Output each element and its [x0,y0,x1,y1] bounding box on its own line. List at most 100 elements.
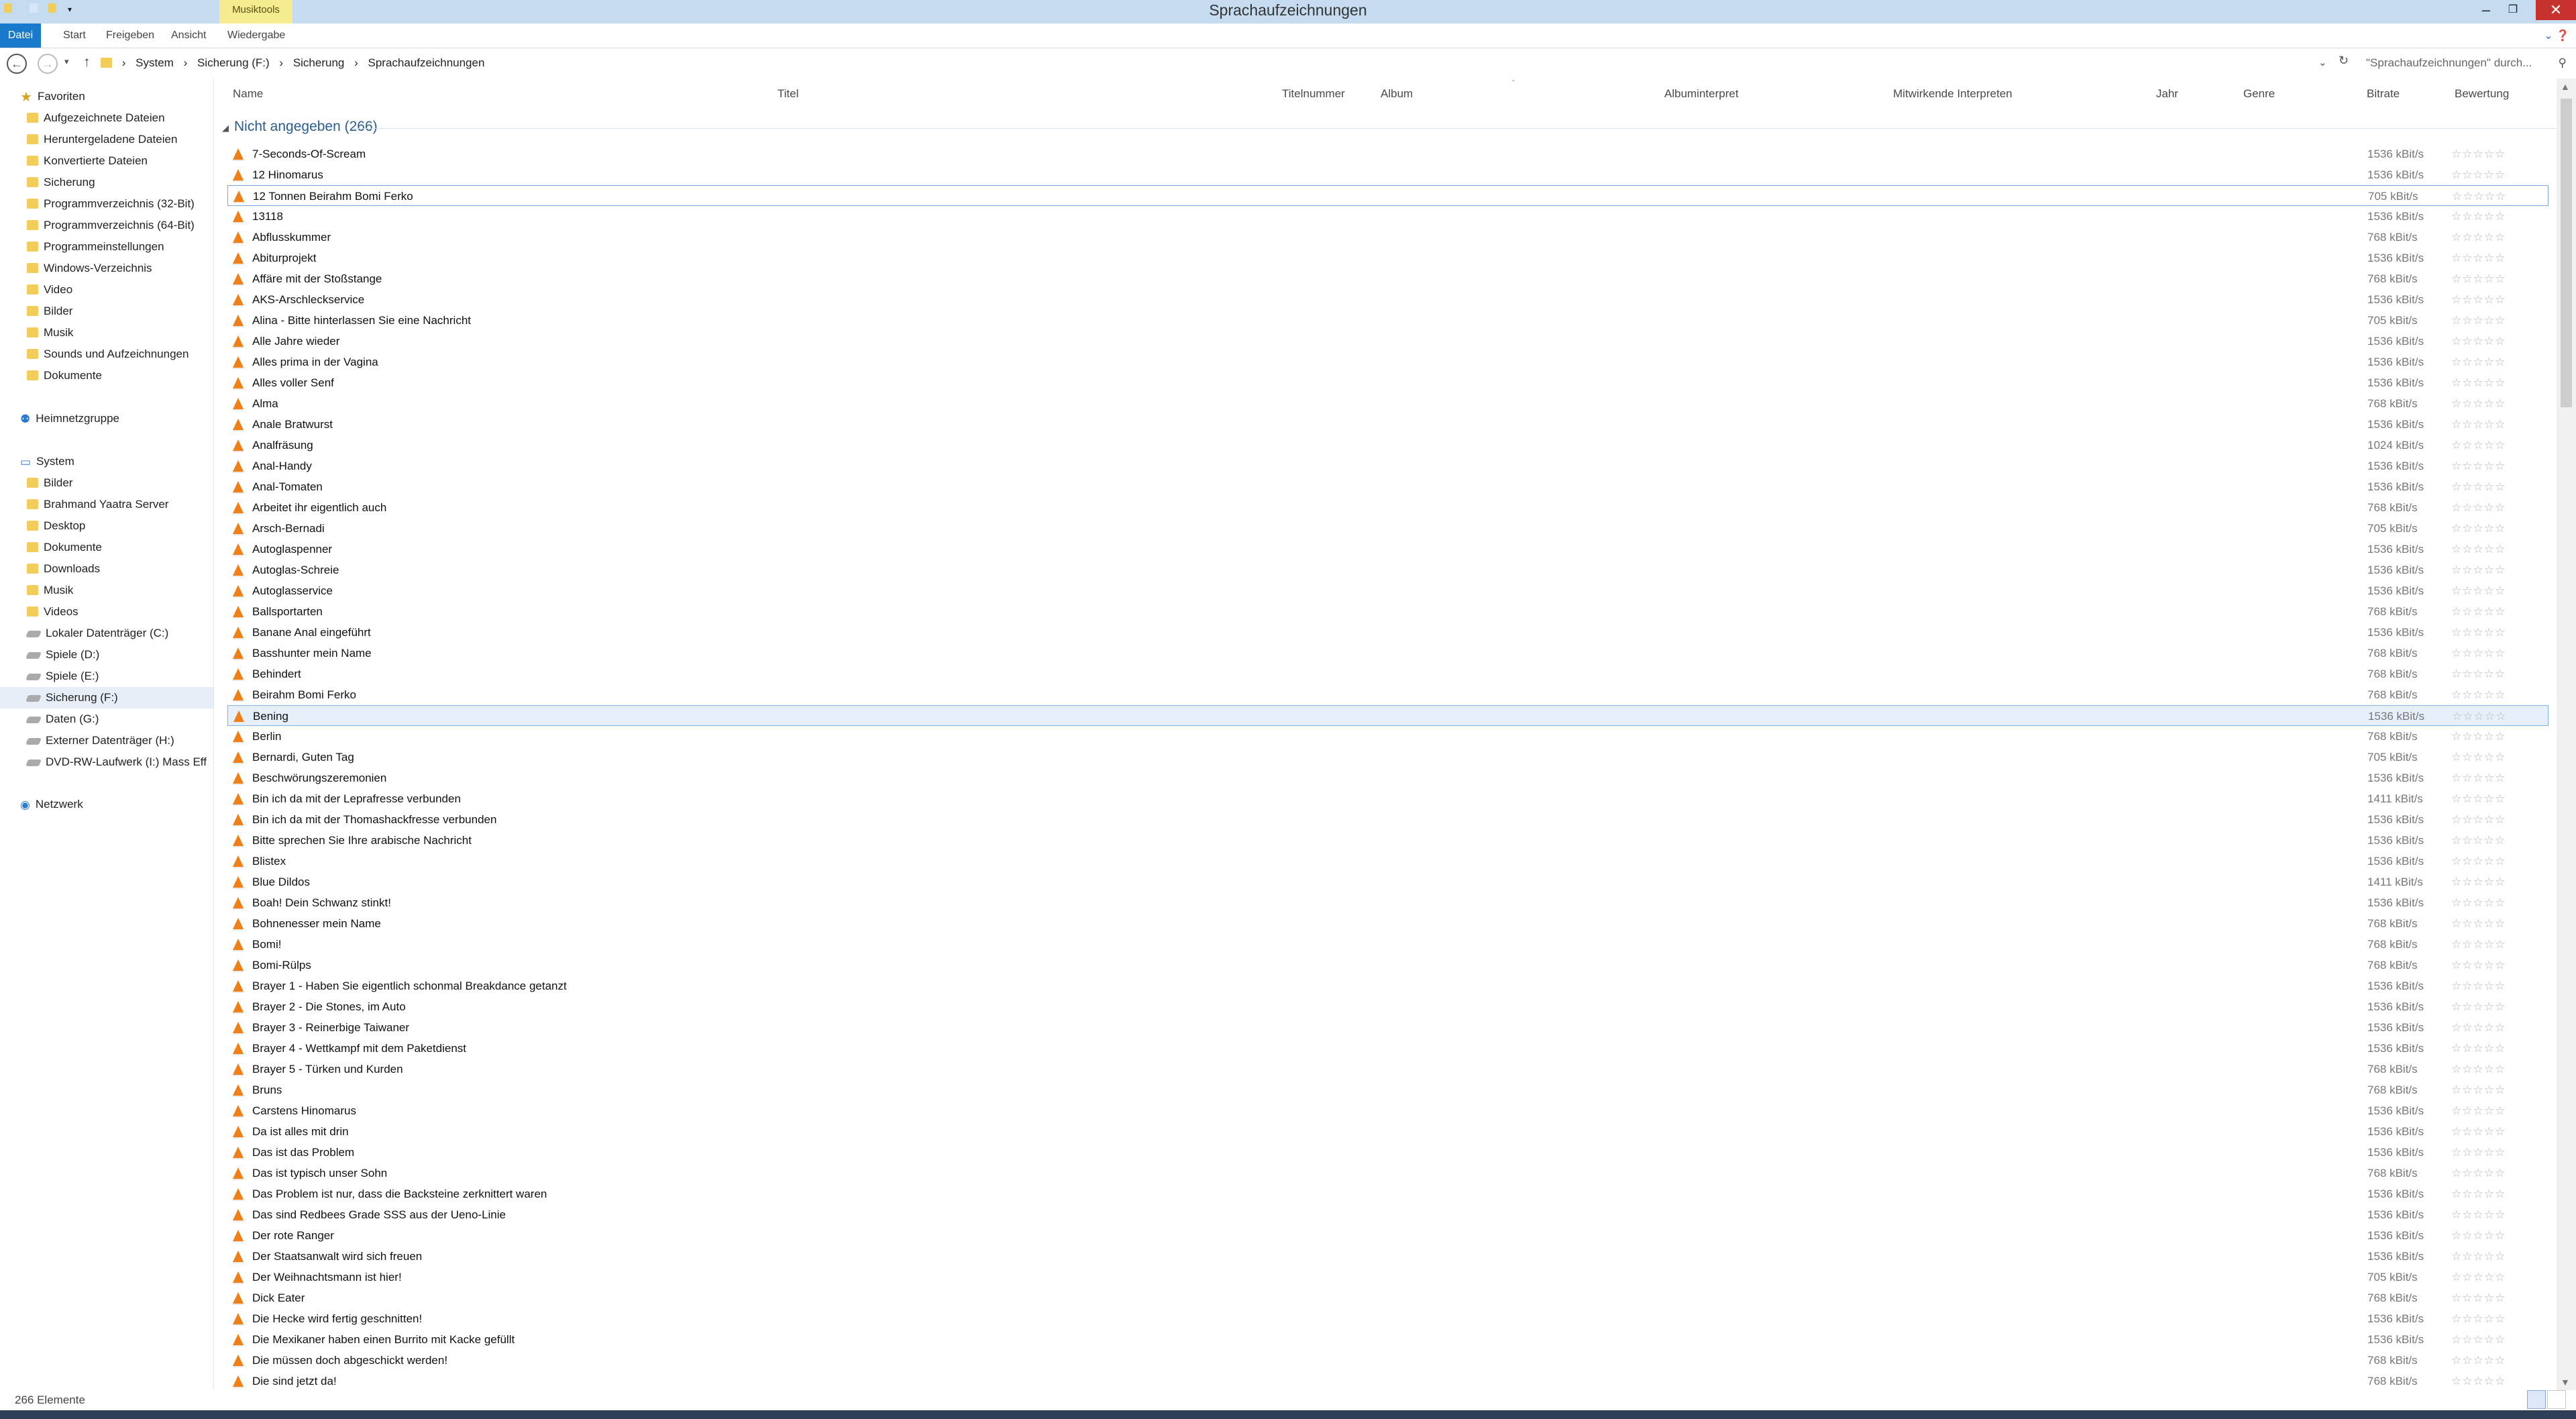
file-row[interactable]: Brayer 3 - Reinerbige Taiwaner 1536 kBit/… [227,1017,2548,1038]
tab-ansicht[interactable]: Ansicht [164,23,213,48]
nav-system-item[interactable]: Desktop [27,515,85,537]
file-row[interactable]: Bening 1536 kBit/s ☆☆☆☆☆ [227,705,2548,726]
nav-system-item[interactable]: Dokumente [27,537,102,558]
nav-network[interactable]: ◉ Netzwerk [20,794,83,815]
file-row[interactable]: Boah! Dein Schwanz stinkt! 1536 kBit/s ☆☆☆… [227,892,2548,913]
vertical-scrollbar[interactable]: ▲ ▼ [2557,78,2576,1390]
nav-favorite-item[interactable]: Sounds und Aufzeichnungen [27,344,189,365]
file-row[interactable]: Dick Eater 768 kBit/s ☆☆☆☆☆ [227,1287,2548,1308]
file-row[interactable]: Autoglas-Schreie 1536 kBit/s ☆☆☆☆☆ [227,560,2548,580]
rating-stars[interactable]: ☆☆☆☆☆ [2451,268,2506,289]
ribbon-expand-icon[interactable]: ⌄ ❓ [2544,29,2569,42]
rating-stars[interactable]: ☆☆☆☆☆ [2451,352,2506,372]
scroll-up-icon[interactable]: ▲ [2561,81,2570,92]
nav-favorites[interactable]: ★ Favoriten [20,86,85,107]
file-row[interactable]: Die müssen doch abgeschickt werden! 768 k… [227,1350,2548,1371]
rating-stars[interactable]: ☆☆☆☆☆ [2451,892,2506,913]
large-icons-view-icon[interactable] [2547,1390,2566,1409]
rating-stars[interactable]: ☆☆☆☆☆ [2451,414,2506,435]
file-row[interactable]: Blistex 1536 kBit/s ☆☆☆☆☆ [227,851,2548,872]
file-row[interactable]: Bin ich da mit der Leprafresse verbunden… [227,788,2548,809]
file-row[interactable]: 7-Seconds-Of-Scream 1536 kBit/s ☆☆☆☆☆ [227,144,2548,164]
tab-freigeben[interactable]: Freigeben [99,23,161,48]
nav-favorite-item[interactable]: Sicherung [27,172,95,193]
rating-stars[interactable]: ☆☆☆☆☆ [2451,996,2506,1017]
col-titel[interactable]: Titel [777,87,799,101]
rating-stars[interactable]: ☆☆☆☆☆ [2451,539,2506,560]
file-row[interactable]: Das ist das Problem 1536 kBit/s ☆☆☆☆☆ [227,1142,2548,1163]
file-row[interactable]: Alles voller Senf 1536 kBit/s ☆☆☆☆☆ [227,372,2548,393]
search-icon[interactable]: ⚲ [2559,52,2567,74]
tab-datei[interactable]: Datei [0,23,41,48]
file-row[interactable]: Beirahm Bomi Ferko 768 kBit/s ☆☆☆☆☆ [227,684,2548,705]
rating-stars[interactable]: ☆☆☆☆☆ [2451,476,2506,497]
file-row[interactable]: Der Weihnachtsmann ist hier! 705 kBit/s ☆☆… [227,1267,2548,1287]
rating-stars[interactable]: ☆☆☆☆☆ [2451,456,2506,476]
rating-stars[interactable]: ☆☆☆☆☆ [2451,435,2506,456]
nav-system-item[interactable]: Sicherung (F:) [0,687,213,708]
col-genre[interactable]: Genre [2243,87,2275,101]
rating-stars[interactable]: ☆☆☆☆☆ [2451,1100,2506,1121]
rating-stars[interactable]: ☆☆☆☆☆ [2451,1059,2506,1080]
nav-system-item[interactable]: Externer Datenträger (H:) [25,730,174,751]
tab-start[interactable]: Start [56,23,93,48]
rating-stars[interactable]: ☆☆☆☆☆ [2452,186,2506,207]
file-row[interactable]: Die Mexikaner haben einen Burrito mit Ka… [227,1329,2548,1350]
file-row[interactable]: Behindert 768 kBit/s ☆☆☆☆☆ [227,664,2548,684]
breadcrumb-sprachaufzeichnungen[interactable]: Sprachaufzeichnungen [368,56,485,69]
file-row[interactable]: Da ist alles mit drin 1536 kBit/s ☆☆☆☆☆ [227,1121,2548,1142]
nav-system-item[interactable]: Brahmand Yaatra Server [27,494,168,515]
file-row[interactable]: Das ist typisch unser Sohn 768 kBit/s ☆☆☆☆… [227,1163,2548,1184]
col-jahr[interactable]: Jahr [2156,87,2178,101]
file-row[interactable]: Bitte sprechen Sie Ihre arabische Nachri… [227,830,2548,851]
file-row[interactable]: Anal-Tomaten 1536 kBit/s ☆☆☆☆☆ [227,476,2548,497]
file-row[interactable]: Der Staatsanwalt wird sich freuen 1536 kB… [227,1246,2548,1267]
file-row[interactable]: Ballsportarten 768 kBit/s ☆☆☆☆☆ [227,601,2548,622]
rating-stars[interactable]: ☆☆☆☆☆ [2451,1163,2506,1184]
rating-stars[interactable]: ☆☆☆☆☆ [2451,1287,2506,1308]
file-row[interactable]: Brayer 1 - Haben Sie eigentlich schonmal… [227,976,2548,996]
nav-favorite-item[interactable]: Konvertierte Dateien [27,150,148,172]
breadcrumb-sicherung-drive[interactable]: Sicherung (F:) [197,56,270,69]
nav-favorite-item[interactable]: Bilder [27,301,72,322]
nav-favorite-item[interactable]: Dokumente [27,365,102,386]
rating-stars[interactable]: ☆☆☆☆☆ [2451,1225,2506,1246]
rating-stars[interactable]: ☆☆☆☆☆ [2451,768,2506,788]
scroll-down-icon[interactable]: ▼ [2561,1377,2570,1387]
file-row[interactable]: Blue Dildos 1411 kBit/s ☆☆☆☆☆ [227,872,2548,892]
file-row[interactable]: Arsch-Bernadi 705 kBit/s ☆☆☆☆☆ [227,518,2548,539]
recent-locations-icon[interactable]: ▾ [64,56,69,67]
rating-stars[interactable]: ☆☆☆☆☆ [2451,1371,2506,1391]
nav-system[interactable]: ▭ System [20,451,74,472]
rating-stars[interactable]: ☆☆☆☆☆ [2451,310,2506,331]
breadcrumb-system[interactable]: System [136,56,174,69]
rating-stars[interactable]: ☆☆☆☆☆ [2451,1142,2506,1163]
nav-system-item[interactable]: Videos [27,601,78,623]
col-mitwirkende-interpreten[interactable]: Mitwirkende Interpreten [1893,87,2012,101]
rating-stars[interactable]: ☆☆☆☆☆ [2451,684,2506,705]
file-row[interactable]: Brayer 2 - Die Stones, im Auto 1536 kBit/… [227,996,2548,1017]
rating-stars[interactable]: ☆☆☆☆☆ [2451,830,2506,851]
file-row[interactable]: Bohnenesser mein Name 768 kBit/s ☆☆☆☆☆ [227,913,2548,934]
rating-stars[interactable]: ☆☆☆☆☆ [2451,747,2506,768]
file-row[interactable]: Brayer 4 - Wettkampf mit dem Paketdienst… [227,1038,2548,1059]
file-row[interactable]: Alle Jahre wieder 1536 kBit/s ☆☆☆☆☆ [227,331,2548,352]
rating-stars[interactable]: ☆☆☆☆☆ [2451,518,2506,539]
file-row[interactable]: Beschwörungszeremonien 1536 kBit/s ☆☆☆☆☆ [227,768,2548,788]
rating-stars[interactable]: ☆☆☆☆☆ [2451,601,2506,622]
file-row[interactable]: Das Problem ist nur, dass die Backsteine… [227,1184,2548,1204]
rating-stars[interactable]: ☆☆☆☆☆ [2451,1267,2506,1287]
rating-stars[interactable]: ☆☆☆☆☆ [2451,1121,2506,1142]
nav-favorite-item[interactable]: Video [27,279,72,301]
file-row[interactable]: Das sind Redbees Grade SSS aus der Ueno-… [227,1204,2548,1225]
rating-stars[interactable]: ☆☆☆☆☆ [2451,851,2506,872]
rating-stars[interactable]: ☆☆☆☆☆ [2452,706,2506,727]
back-button[interactable]: ← [7,54,27,74]
nav-favorite-item[interactable]: Programmeinstellungen [27,236,164,258]
rating-stars[interactable]: ☆☆☆☆☆ [2451,560,2506,580]
file-row[interactable]: Bruns 768 kBit/s ☆☆☆☆☆ [227,1080,2548,1100]
file-row[interactable]: Berlin 768 kBit/s ☆☆☆☆☆ [227,726,2548,747]
nav-system-item[interactable]: Daten (G:) [25,708,99,730]
file-row[interactable]: Basshunter mein Name 768 kBit/s ☆☆☆☆☆ [227,643,2548,664]
nav-system-item[interactable]: Musik [27,580,73,601]
